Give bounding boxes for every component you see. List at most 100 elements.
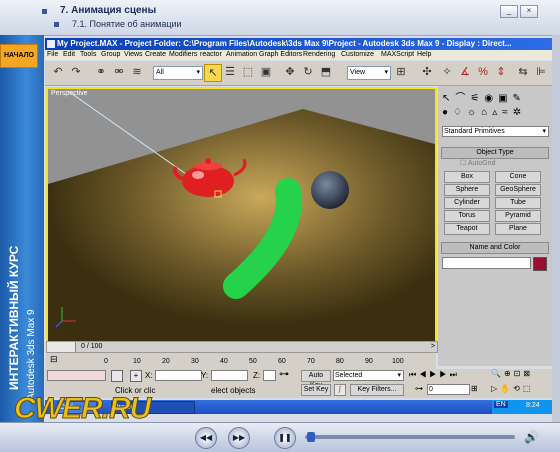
menu-animation[interactable]: Animation xyxy=(226,50,257,60)
key-icon[interactable]: ⊶ xyxy=(279,369,289,380)
zoom-all-icon[interactable]: ⊕ xyxy=(504,369,514,378)
box-button[interactable]: Box xyxy=(444,171,490,183)
menu-modifiers[interactable]: Modifiers xyxy=(169,50,197,60)
pivot-center-icon[interactable]: ⊞ xyxy=(393,64,409,80)
command-panel-tabs[interactable]: ↖⌒⚟◉▣✎ xyxy=(442,89,526,104)
create-tab-icon[interactable]: ↖ xyxy=(442,93,455,104)
window-crossing-icon[interactable]: ▣ xyxy=(258,64,274,80)
display-tab-icon[interactable]: ▣ xyxy=(498,93,512,104)
close-button[interactable]: × xyxy=(520,5,538,18)
go-to-end-icon[interactable]: ⏭ xyxy=(450,370,460,379)
undo-icon[interactable]: ↶ xyxy=(50,64,66,80)
align-icon[interactable]: ⊫ xyxy=(533,64,549,80)
auto-key-button[interactable]: Auto Key xyxy=(301,370,331,389)
select-object-icon[interactable]: ↖ xyxy=(204,64,222,82)
zoom-icon[interactable]: 🔍 xyxy=(491,369,504,378)
viewport-navigation-controls[interactable]: 🔍⊕⊡⊠ xyxy=(491,369,533,378)
object-type-rollout-header[interactable]: Object Type xyxy=(441,147,549,159)
menu-file[interactable]: File xyxy=(47,50,58,60)
maximize-viewport-icon[interactable]: ⬚ xyxy=(523,384,534,393)
rectangular-selection-icon[interactable]: ⬚ xyxy=(240,64,256,80)
zoom-extents-all-icon[interactable]: ⊠ xyxy=(523,369,533,378)
time-configuration-icon[interactable]: ⊞ xyxy=(471,384,478,393)
cone-button[interactable]: Cone xyxy=(495,171,541,183)
spinner-snap-icon[interactable]: ⇕ xyxy=(493,64,509,80)
arc-rotate-icon[interactable]: ⟲ xyxy=(513,384,523,393)
y-coordinate-field[interactable] xyxy=(211,370,248,381)
percent-snap-icon[interactable]: % xyxy=(475,64,491,80)
slider-arrow-icon[interactable]: > xyxy=(431,342,435,352)
key-mode-dropdown[interactable]: Selected ▾ xyxy=(333,370,404,381)
progress-track[interactable] xyxy=(305,432,515,442)
sphere-button[interactable]: Sphere xyxy=(444,184,490,196)
select-and-scale-icon[interactable]: ⬒ xyxy=(318,64,334,80)
utilities-tab-icon[interactable]: ✎ xyxy=(513,93,526,104)
menu-tools[interactable]: Tools xyxy=(80,50,96,60)
cylinder-button[interactable]: Cylinder xyxy=(444,197,490,209)
time-slider[interactable]: 0 / 100 > xyxy=(46,341,438,353)
previous-frame-icon[interactable]: ◀ xyxy=(419,370,429,379)
name-and-color-rollout-header[interactable]: Name and Color xyxy=(441,242,549,254)
language-indicator[interactable]: EN xyxy=(494,401,508,408)
perspective-viewport[interactable]: Perspective xyxy=(46,87,437,343)
primitive-type-dropdown[interactable]: Standard Primitives ▾ xyxy=(442,126,549,137)
default-tangent-icon[interactable]: ∫ xyxy=(334,384,346,396)
shapes-icon[interactable]: ♢ xyxy=(453,107,467,118)
menu-graph-editors[interactable]: Graph Editors xyxy=(259,50,302,60)
pan-icon[interactable]: ✋ xyxy=(500,384,513,393)
zoom-extents-icon[interactable]: ⊡ xyxy=(514,369,524,378)
lock-selection-icon[interactable] xyxy=(111,370,123,382)
select-and-link-icon[interactable]: ⚭ xyxy=(93,64,109,80)
time-slider-thumb[interactable] xyxy=(47,342,76,352)
set-key-button[interactable]: Set Key xyxy=(301,384,331,396)
ground-plane[interactable] xyxy=(48,109,435,341)
unlink-icon[interactable]: ⚮ xyxy=(111,64,127,80)
next-frame-icon[interactable]: ▶ xyxy=(439,370,449,379)
systems-icon[interactable]: ✲ xyxy=(513,107,526,118)
playback-controls[interactable]: ⏮◀▶▶⏭ xyxy=(409,370,460,380)
viewport-label[interactable]: Perspective xyxy=(51,90,88,97)
space-warps-icon[interactable]: ≈ xyxy=(502,107,513,118)
current-frame-field[interactable]: 0 xyxy=(427,384,470,395)
cameras-icon[interactable]: ⌂ xyxy=(481,107,492,118)
course-subtitle[interactable]: 7.1. Понятие об анимации xyxy=(72,19,182,29)
menu-rendering[interactable]: Rendering xyxy=(303,50,335,60)
geosphere-button[interactable]: GeoSphere xyxy=(495,184,541,196)
field-of-view-icon[interactable]: ▷ xyxy=(491,384,500,393)
mirror-icon[interactable]: ⇆ xyxy=(515,64,531,80)
select-by-name-icon[interactable]: ☰ xyxy=(222,64,238,80)
object-name-field[interactable] xyxy=(442,257,531,269)
teapot-button[interactable]: Teapot xyxy=(444,223,490,235)
pause-button[interactable]: ❚❚ xyxy=(274,427,296,449)
mini-curve-editor-icon[interactable]: ⊟ xyxy=(50,354,58,365)
tube-button[interactable]: Tube xyxy=(495,197,541,209)
progress-thumb[interactable] xyxy=(307,432,315,442)
viewport-navigation-controls-2[interactable]: ▷✋⟲⬚ xyxy=(491,384,533,393)
create-category-row[interactable]: ●♢☼⌂▵≈✲ xyxy=(442,107,526,118)
torus-button[interactable]: Torus xyxy=(444,210,490,222)
helpers-icon[interactable]: ▵ xyxy=(492,107,502,118)
angle-snap-icon[interactable]: ∡ xyxy=(457,64,473,80)
select-and-rotate-icon[interactable]: ↻ xyxy=(300,64,316,80)
selection-filter-dropdown[interactable]: All ▾ xyxy=(153,66,203,80)
play-icon[interactable]: ▶ xyxy=(429,370,439,379)
maxscript-listener-field[interactable] xyxy=(47,370,106,381)
select-and-manipulate-icon[interactable]: ✣ xyxy=(419,64,435,80)
object-color-swatch[interactable] xyxy=(533,257,547,271)
bind-to-space-warp-icon[interactable]: ≋ xyxy=(129,64,145,80)
menu-maxscript[interactable]: MAXScript xyxy=(381,50,414,60)
reference-coordinate-dropdown[interactable]: View ▾ xyxy=(347,66,391,80)
hierarchy-tab-icon[interactable]: ⚟ xyxy=(470,93,484,104)
menu-create[interactable]: Create xyxy=(145,50,166,60)
autogrid-checkbox[interactable]: ☐ AutoGrid xyxy=(460,159,495,167)
start-tab[interactable]: НАЧАЛО xyxy=(0,44,38,68)
lights-icon[interactable]: ☼ xyxy=(467,107,481,118)
sphere-object[interactable] xyxy=(311,171,349,209)
x-coordinate-field[interactable] xyxy=(155,370,202,381)
menu-help[interactable]: Help xyxy=(417,50,431,60)
key-mode-toggle-icon[interactable]: ⊶ xyxy=(415,384,423,393)
menu-customize[interactable]: Customize xyxy=(341,50,374,60)
select-and-move-icon[interactable]: ✥ xyxy=(282,64,298,80)
motion-tab-icon[interactable]: ◉ xyxy=(484,93,498,104)
plane-button[interactable]: Plane xyxy=(495,223,541,235)
